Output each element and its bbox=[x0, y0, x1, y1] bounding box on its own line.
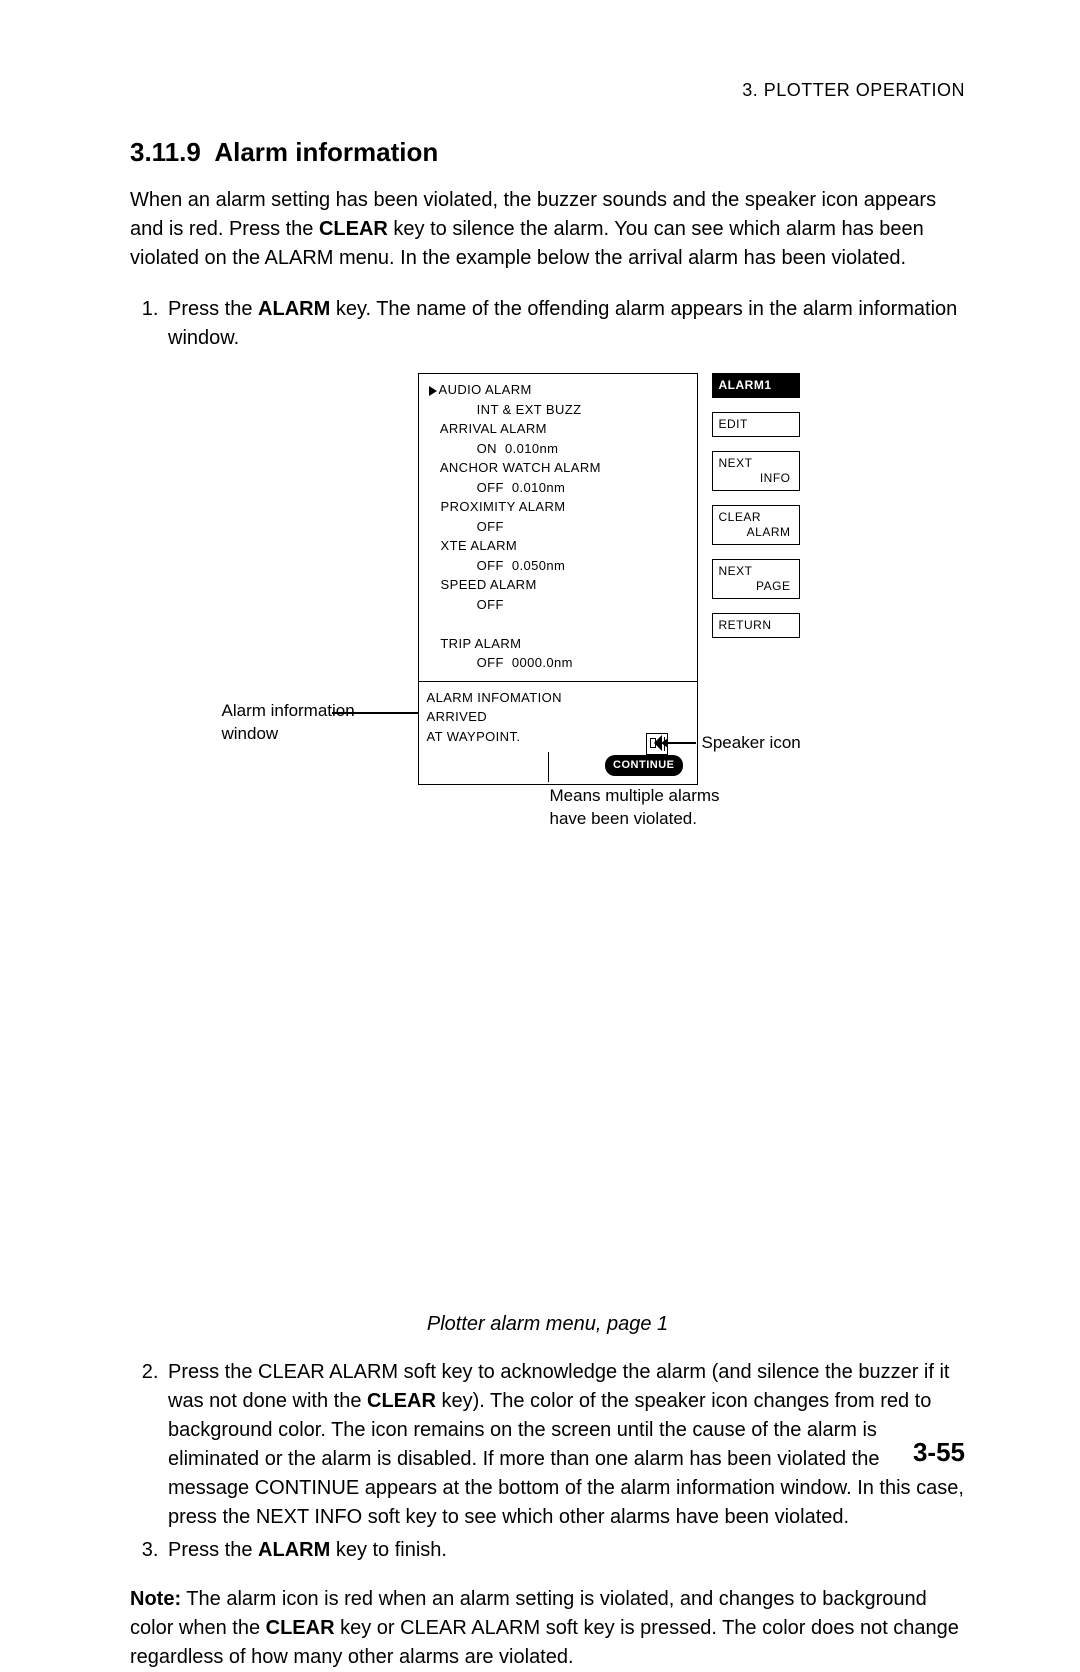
softkey-next-info[interactable]: NEXT INFO bbox=[712, 451, 800, 491]
menu-value: ON 0.010nm bbox=[425, 439, 697, 459]
callout-line-continue bbox=[548, 752, 550, 782]
menu-label: PROXIMITY ALARM bbox=[441, 499, 566, 514]
soft-key-column: ALARM1 EDIT NEXT INFO CLEAR ALARM NEXT P… bbox=[712, 373, 800, 652]
cont1: Means multiple alarms bbox=[550, 786, 720, 805]
note-label: Note: bbox=[130, 1588, 181, 1610]
step1-bold: ALARM bbox=[258, 298, 330, 320]
softkey-line2: PAGE bbox=[719, 579, 793, 594]
callout-speaker-label: Speaker icon bbox=[702, 733, 801, 753]
softkey-line2: ALARM bbox=[719, 525, 793, 540]
menu-item: XTE ALARM bbox=[425, 536, 697, 556]
menu-val: ON 0.010nm bbox=[477, 441, 559, 456]
callout-left-2: window bbox=[222, 724, 279, 743]
softkey-line1: CLEAR bbox=[719, 510, 762, 524]
menu-value: OFF bbox=[425, 517, 697, 537]
callout-alarm-info-window: Alarm information window bbox=[222, 700, 355, 746]
chapter-header: 3. PLOTTER OPERATION bbox=[130, 80, 965, 101]
menu-item: TRIP ALARM bbox=[425, 634, 697, 654]
softkey-return[interactable]: RETURN bbox=[712, 613, 800, 638]
callout-continue-text: Means multiple alarms have been violated… bbox=[550, 785, 720, 831]
intro-paragraph: When an alarm setting has been violated,… bbox=[130, 186, 965, 273]
note-bold: CLEAR bbox=[266, 1617, 335, 1639]
step3-bold: ALARM bbox=[258, 1539, 330, 1561]
figure-caption: Plotter alarm menu, page 1 bbox=[130, 1313, 965, 1336]
step-1: Press the ALARM key. The name of the off… bbox=[164, 295, 965, 353]
cursor-icon bbox=[429, 386, 437, 396]
section-number: 3.11.9 bbox=[130, 137, 201, 167]
note-paragraph: Note: The alarm icon is red when an alar… bbox=[130, 1585, 965, 1672]
continue-pill[interactable]: CONTINUE bbox=[605, 755, 682, 776]
menu-val: OFF 0.050nm bbox=[477, 558, 566, 573]
softkey-line1: NEXT bbox=[719, 564, 753, 578]
step2-bold: CLEAR bbox=[367, 1390, 436, 1412]
callout-arrow-speaker bbox=[668, 742, 696, 744]
section-title-text: Alarm information bbox=[214, 137, 438, 167]
menu-val: OFF bbox=[477, 519, 504, 534]
menu-val: INT & EXT BUZZ bbox=[477, 402, 582, 417]
softkey-line1: NEXT bbox=[719, 456, 753, 470]
cont2: have been violated. bbox=[550, 809, 697, 828]
page-number: 3-55 bbox=[913, 1437, 965, 1468]
menu-label: XTE ALARM bbox=[441, 538, 518, 553]
alarm-menu-list: AUDIO ALARM INT & EXT BUZZ ARRIVAL ALARM… bbox=[419, 374, 697, 681]
menu-value: INT & EXT BUZZ bbox=[425, 400, 697, 420]
menu-item: ARRIVAL ALARM bbox=[425, 419, 697, 439]
intro-bold: CLEAR bbox=[319, 218, 388, 240]
menu-val: OFF 0.010nm bbox=[477, 480, 566, 495]
menu-val: OFF 0000.0nm bbox=[477, 655, 573, 670]
callout-left-1: Alarm information bbox=[222, 701, 355, 720]
menu-blank bbox=[425, 614, 697, 634]
step-2: Press the CLEAR ALARM soft key to acknow… bbox=[164, 1358, 965, 1532]
info-line1: ARRIVED bbox=[427, 707, 689, 727]
menu-item: PROXIMITY ALARM bbox=[425, 497, 697, 517]
menu-value: OFF 0000.0nm bbox=[425, 653, 697, 673]
alarm-menu-figure: Alarm information window AUDIO ALARM INT… bbox=[228, 373, 868, 833]
menu-val: OFF bbox=[477, 597, 504, 612]
alarm-menu-screen: AUDIO ALARM INT & EXT BUZZ ARRIVAL ALARM… bbox=[418, 373, 698, 785]
softkey-alarm1[interactable]: ALARM1 bbox=[712, 373, 800, 398]
menu-label: SPEED ALARM bbox=[441, 577, 537, 592]
menu-label: AUDIO ALARM bbox=[439, 382, 532, 397]
menu-item: AUDIO ALARM bbox=[425, 380, 697, 400]
menu-label: ARRIVAL ALARM bbox=[440, 421, 547, 436]
step3-c: key to finish. bbox=[330, 1539, 447, 1561]
softkey-next-page[interactable]: NEXT PAGE bbox=[712, 559, 800, 599]
menu-item: ANCHOR WATCH ALARM bbox=[425, 458, 697, 478]
menu-value: OFF bbox=[425, 595, 697, 615]
step3-a: Press the bbox=[168, 1539, 258, 1561]
info-title: ALARM INFOMATION bbox=[427, 688, 689, 708]
softkey-edit[interactable]: EDIT bbox=[712, 412, 800, 437]
menu-value: OFF 0.050nm bbox=[425, 556, 697, 576]
menu-item: SPEED ALARM bbox=[425, 575, 697, 595]
section-heading: 3.11.9 Alarm information bbox=[130, 137, 965, 168]
menu-value: OFF 0.010nm bbox=[425, 478, 697, 498]
softkey-clear-alarm[interactable]: CLEAR ALARM bbox=[712, 505, 800, 545]
menu-label: ANCHOR WATCH ALARM bbox=[440, 460, 601, 475]
softkey-line2: INFO bbox=[719, 471, 793, 486]
step1-a: Press the bbox=[168, 298, 258, 320]
step-3: Press the ALARM key to finish. bbox=[164, 1536, 965, 1565]
callout-line-left bbox=[332, 712, 418, 714]
menu-label: TRIP ALARM bbox=[440, 636, 521, 651]
